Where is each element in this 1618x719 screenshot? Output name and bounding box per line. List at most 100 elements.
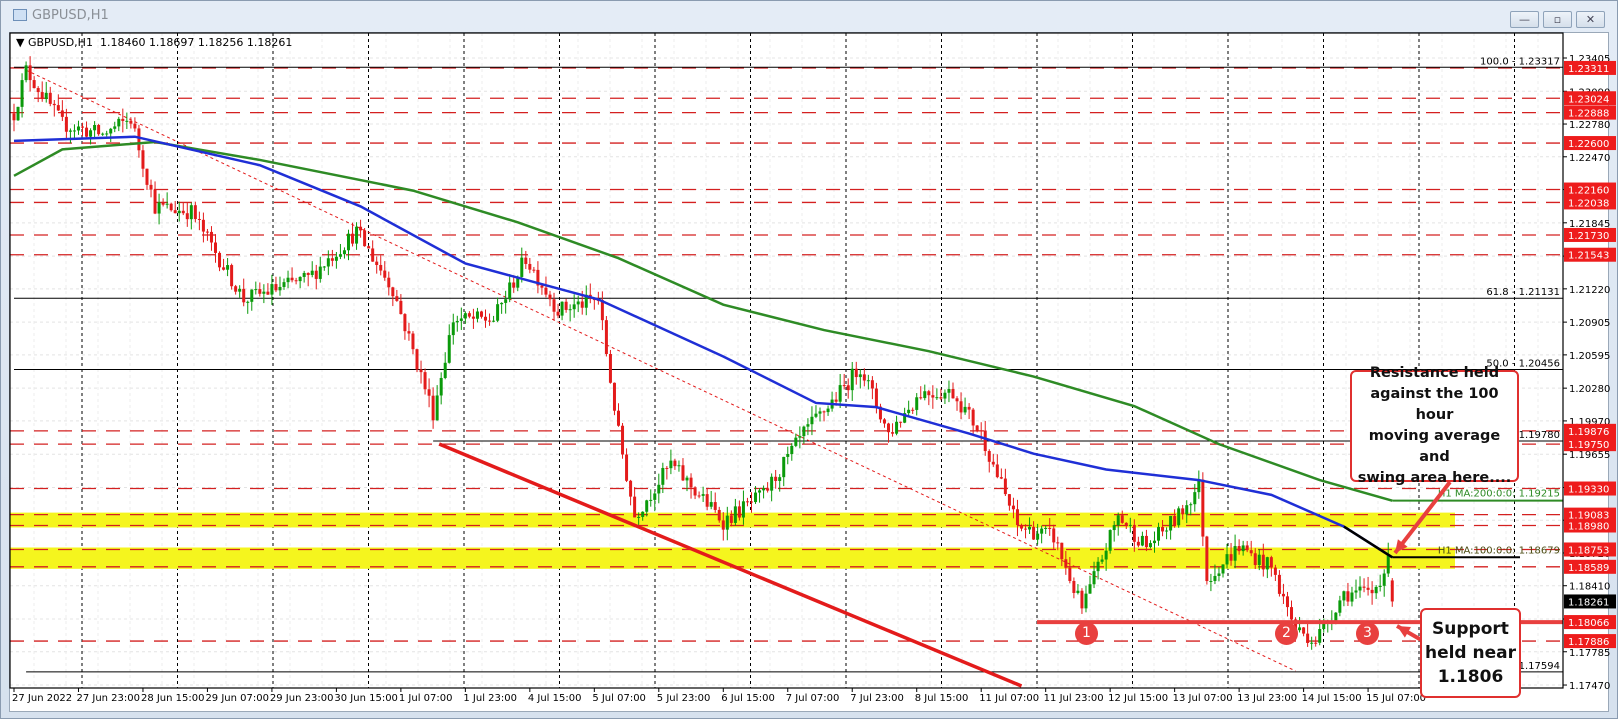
candle-bear <box>705 494 709 507</box>
candle-bull <box>943 392 947 399</box>
candle-bull <box>1265 557 1269 570</box>
candle-bear <box>1249 550 1253 554</box>
candle-bear <box>371 248 375 262</box>
price-tick-label: 1.18410 <box>1569 582 1610 593</box>
candle-bull <box>165 203 169 205</box>
candle-bull <box>661 467 665 485</box>
candle-bull <box>725 515 729 530</box>
candle-bull <box>637 516 641 518</box>
price-chart[interactable]: 100.0 - 1.2331761.8 - 1.2113150.0 - 1.20… <box>0 0 1618 719</box>
candle-bear <box>1020 525 1023 529</box>
candle-bear <box>173 210 177 214</box>
candle-bear <box>891 432 895 434</box>
candle-bull <box>1044 527 1048 529</box>
dashed-trendline <box>25 69 1296 672</box>
candle-bull <box>189 205 193 220</box>
time-tick-label: 27 Jun 2022 <box>12 693 72 704</box>
candle-bear <box>995 464 999 478</box>
time-tick-label: 5 Jul 07:00 <box>592 693 646 704</box>
candle-bull <box>322 266 326 268</box>
candle-bull <box>1148 543 1152 548</box>
candle-bear <box>1132 524 1136 542</box>
candle-bull <box>1386 554 1390 574</box>
candle-bear <box>882 419 886 424</box>
candle-bear <box>363 230 367 247</box>
level-price-tag-text: 1.18589 <box>1568 563 1609 574</box>
candle-bull <box>439 377 443 396</box>
time-tick-label: 6 Jul 15:00 <box>721 693 775 704</box>
candle-bull <box>560 301 564 316</box>
time-tick-label: 4 Jul 15:00 <box>528 693 582 704</box>
candle-bear <box>1346 591 1350 602</box>
candle-bull <box>1140 535 1144 546</box>
support-text-line: 1.1806 <box>1437 667 1504 687</box>
candle-bull <box>794 437 798 446</box>
candle-bull <box>475 311 479 319</box>
candle-bull <box>318 266 322 279</box>
candle-bull <box>923 391 927 399</box>
candle-bear <box>314 270 318 279</box>
candle-bear <box>1120 515 1124 523</box>
level-price-tag-text: 1.22888 <box>1568 109 1609 120</box>
candle-bull <box>1298 627 1302 631</box>
candle-bull <box>334 256 338 261</box>
candle-bear <box>999 477 1003 479</box>
candle-bull <box>1334 612 1338 621</box>
candle-bull <box>1310 642 1314 644</box>
candle-bull <box>838 385 842 402</box>
candle-bear <box>713 502 717 510</box>
candle-bear <box>749 501 753 503</box>
candle-bear <box>266 291 270 295</box>
candle-bull <box>778 477 782 481</box>
candle-bear <box>40 92 44 100</box>
candle-bull <box>451 322 455 336</box>
candle-bull <box>254 289 258 291</box>
time-tick-label: 12 Jul 15:00 <box>1108 693 1168 704</box>
candle-bull <box>1040 528 1044 534</box>
legend-arrow-icon[interactable]: ▼ <box>16 36 24 49</box>
candle-bull <box>1084 593 1088 609</box>
candle-bull <box>282 282 286 287</box>
candle-bear <box>524 257 528 264</box>
price-tick-label: 1.20595 <box>1569 351 1610 362</box>
candle-bull <box>814 413 818 417</box>
candle-bull <box>310 270 314 275</box>
touch-marker-1: 1 <box>1075 622 1098 645</box>
candle-bear <box>1024 528 1028 530</box>
level-price-tag-text: 1.21730 <box>1568 231 1609 242</box>
level-price-tag-text: 1.22160 <box>1568 186 1609 197</box>
candle-bull <box>1076 590 1080 593</box>
candle-bear <box>991 461 995 465</box>
candle-bull <box>1338 600 1342 613</box>
level-price-tag-text: 1.22600 <box>1568 139 1609 150</box>
candle-bull <box>653 493 657 500</box>
candle-bear <box>52 103 56 106</box>
candle-bull <box>346 233 350 251</box>
level-price-tag-text: 1.23024 <box>1568 94 1609 105</box>
resistance-text-line: Resistance held <box>1369 365 1500 381</box>
candle-bull <box>1189 504 1193 506</box>
candle-bear <box>665 467 669 469</box>
candle-bull <box>1036 533 1040 540</box>
candle-bull <box>492 320 496 322</box>
price-tick-label: 1.17470 <box>1569 681 1610 692</box>
candle-bear <box>1161 526 1165 532</box>
time-tick-label: 7 Jul 23:00 <box>850 693 904 704</box>
candle-bull <box>1225 554 1229 565</box>
candle-bull <box>1088 584 1092 594</box>
candle-bull <box>342 250 346 255</box>
candle-bull <box>500 302 504 305</box>
candle-bear <box>395 296 399 301</box>
candle-bull <box>1169 516 1173 531</box>
candle-bull <box>326 258 330 267</box>
candle-bear <box>351 233 355 244</box>
candle-bull <box>935 397 939 399</box>
candle-bear <box>137 128 141 151</box>
candle-bull <box>1096 561 1100 572</box>
candle-bull <box>105 133 109 135</box>
candle-bear <box>737 506 741 518</box>
candle-bear <box>983 430 987 452</box>
candle-bear <box>1068 567 1072 581</box>
price-tick-label: 1.21220 <box>1569 285 1610 296</box>
candle-bear <box>1314 642 1318 644</box>
